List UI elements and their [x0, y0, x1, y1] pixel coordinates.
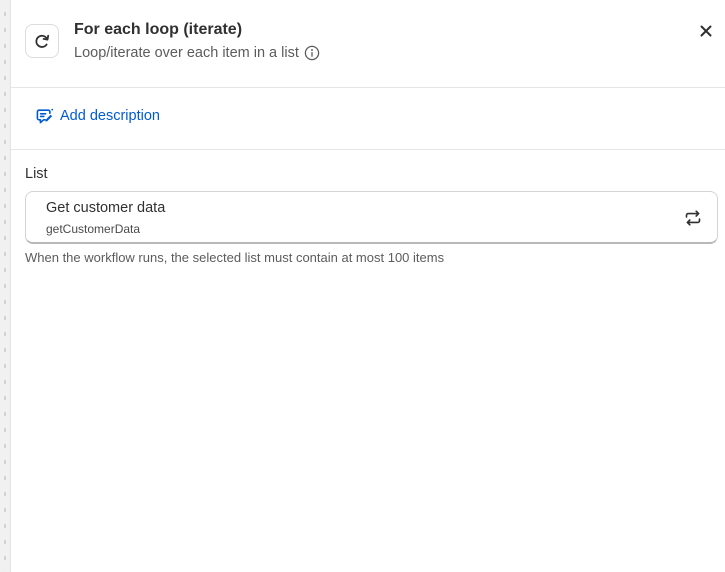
close-button[interactable] [695, 20, 717, 42]
step-subtitle: Loop/iterate over each item in a list [74, 45, 299, 61]
step-subtitle-row: Loop/iterate over each item in a list [74, 45, 320, 61]
close-icon [700, 25, 712, 37]
workflow-canvas-edge [0, 0, 11, 572]
list-help-text: When the workflow runs, the selected lis… [25, 250, 445, 265]
description-section: Add description [11, 88, 725, 150]
info-icon[interactable] [304, 45, 320, 61]
list-select[interactable]: Get customer data getCustomerData [25, 191, 718, 244]
panel-header: For each loop (iterate) Loop/iterate ove… [11, 0, 725, 88]
add-description-button[interactable]: Add description [36, 107, 160, 125]
step-icon-box [25, 24, 59, 58]
list-field-label: List [25, 166, 48, 182]
chat-edit-icon [36, 108, 54, 124]
selected-list-id: getCustomerData [46, 222, 141, 236]
step-title: For each loop (iterate) [74, 21, 243, 38]
refresh-loop-icon [35, 34, 50, 48]
selected-list-name: Get customer data [46, 200, 166, 216]
add-description-label: Add description [60, 108, 160, 124]
step-config-panel: For each loop (iterate) Loop/iterate ove… [11, 0, 725, 572]
swap-arrows-icon[interactable] [683, 208, 703, 228]
